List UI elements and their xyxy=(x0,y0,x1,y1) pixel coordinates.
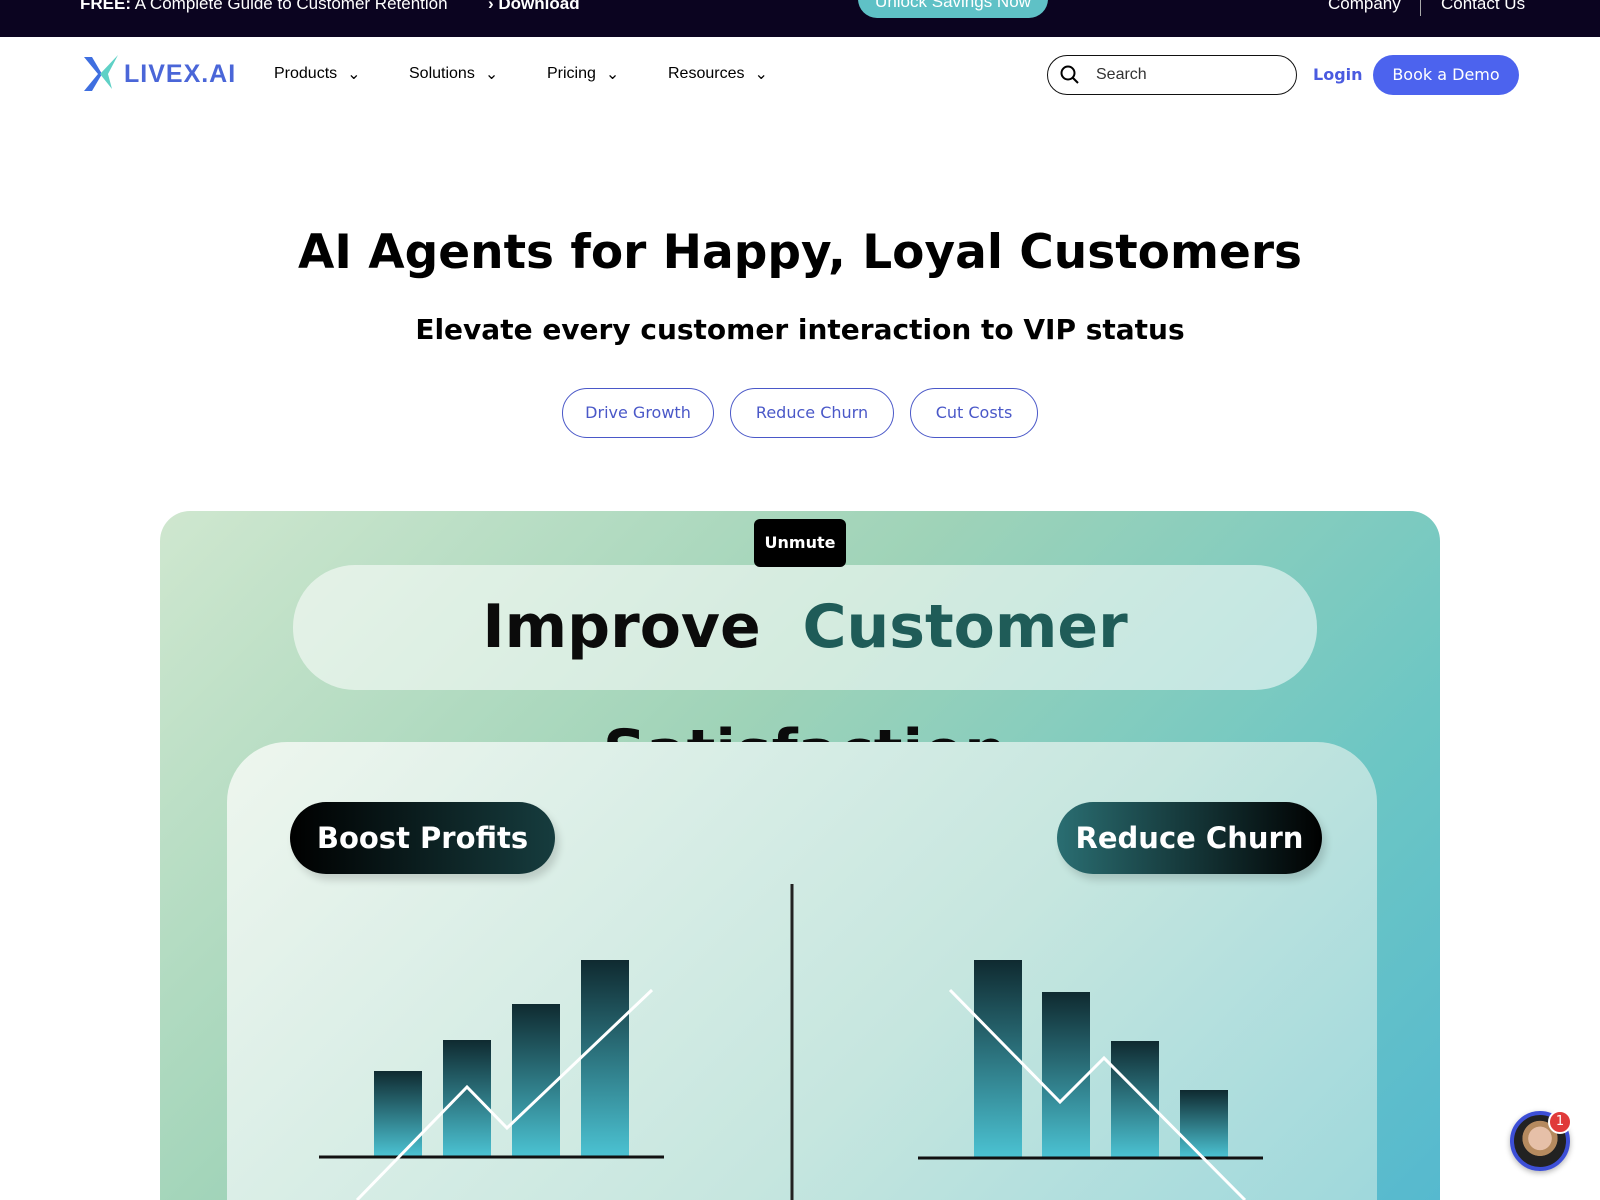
logo-icon xyxy=(84,55,118,91)
chevron-down-icon: ⌄ xyxy=(754,66,768,83)
logo[interactable]: LIVEX.AI xyxy=(82,55,236,93)
bar xyxy=(1111,1041,1159,1157)
chevron-down-icon: ⌄ xyxy=(484,66,499,83)
nav-solutions[interactable]: Solutions ⌄ xyxy=(409,64,498,84)
book-demo-button[interactable]: Book a Demo xyxy=(1373,55,1519,95)
bar xyxy=(443,1040,491,1156)
promo-text: FREE: A Complete Guide to Customer Reten… xyxy=(80,0,448,13)
bar xyxy=(374,1071,422,1156)
divider xyxy=(1420,0,1421,16)
search-input[interactable] xyxy=(1096,66,1276,84)
unlock-savings-button[interactable]: Unlock Savings Now xyxy=(858,0,1048,18)
cut-costs-button[interactable]: Cut Costs xyxy=(910,388,1038,438)
main-nav: LIVEX.AI Products ⌄ Solutions ⌄ Pricing ⌄ R… xyxy=(0,37,1600,113)
video-headline: Improve Customer Satisfaction xyxy=(293,565,1317,787)
hero-video[interactable]: Improve Customer Satisfaction Boost Prof… xyxy=(160,511,1440,1200)
chevron-down-icon: ⌄ xyxy=(347,66,361,83)
nav-pricing[interactable]: Pricing ⌄ xyxy=(547,64,619,84)
drive-growth-button[interactable]: Drive Growth xyxy=(562,388,714,438)
download-link[interactable]: › Download xyxy=(488,0,580,14)
company-link[interactable]: Company xyxy=(1328,0,1401,14)
search-icon xyxy=(1060,65,1079,84)
contact-link[interactable]: Contact Us xyxy=(1441,0,1525,14)
bar xyxy=(512,1004,560,1156)
page-title: AI Agents for Happy, Loyal Customers xyxy=(298,225,1302,280)
nav-products[interactable]: Products ⌄ xyxy=(274,64,361,84)
bar xyxy=(974,960,1022,1157)
video-card: Boost Profits Reduce Churn xyxy=(227,742,1377,1200)
login-link[interactable]: Login xyxy=(1313,65,1363,84)
chevron-down-icon: ⌄ xyxy=(605,66,620,83)
page-subtitle: Elevate every customer interaction to VI… xyxy=(415,313,1185,346)
announcement-bar: FREE: A Complete Guide to Customer Reten… xyxy=(0,0,1600,37)
bar-graphics xyxy=(319,884,1263,1200)
search-box[interactable] xyxy=(1047,55,1297,95)
nav-resources[interactable]: Resources ⌄ xyxy=(668,64,768,84)
bar xyxy=(581,960,629,1156)
unmute-button[interactable]: Unmute xyxy=(754,519,846,567)
notification-badge: 1 xyxy=(1548,1110,1572,1134)
bar xyxy=(1042,992,1090,1157)
bar xyxy=(1180,1090,1228,1157)
reduce-churn-button[interactable]: Reduce Churn xyxy=(730,388,894,438)
